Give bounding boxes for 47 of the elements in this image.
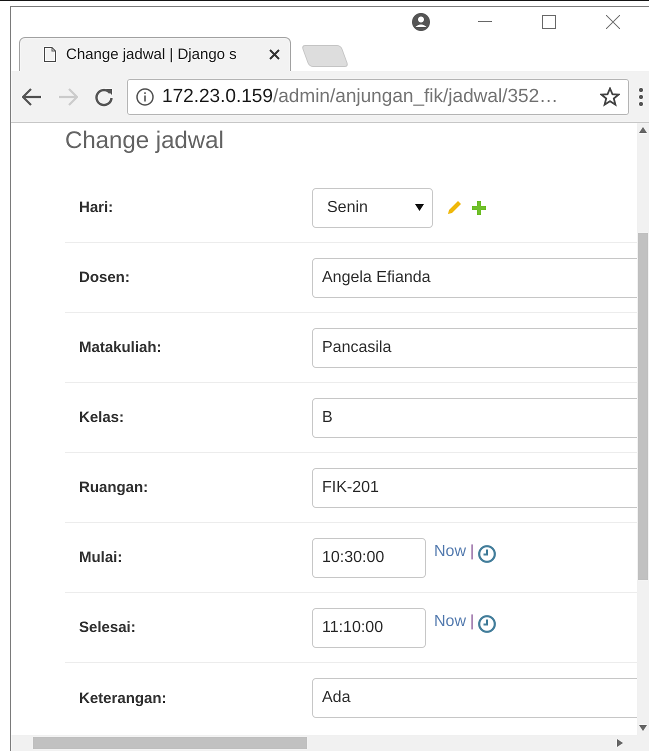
scrollbar-thumb[interactable] (33, 737, 307, 749)
page-icon (44, 47, 56, 62)
text-field[interactable]: Ada (312, 678, 637, 718)
scrollbar-thumb[interactable] (638, 233, 648, 580)
field-label: Selesai: (79, 619, 137, 636)
info-icon[interactable] (136, 88, 154, 106)
text-field[interactable]: FIK-201 (312, 468, 637, 508)
field-label: Matakuliah: (79, 339, 163, 356)
link-separator: | (470, 613, 474, 631)
field-label: Ruangan: (79, 479, 150, 496)
clock-icon[interactable] (478, 545, 496, 563)
close-tab-icon[interactable] (269, 49, 280, 60)
minimize-icon[interactable] (478, 21, 492, 23)
text-field[interactable]: Pancasila (312, 328, 637, 368)
now-link[interactable]: Now (434, 613, 466, 631)
scroll-up-icon[interactable] (639, 127, 647, 133)
menu-icon[interactable] (639, 88, 643, 106)
field-label: Kelas: (79, 409, 126, 426)
plus-icon[interactable] (472, 200, 486, 214)
field-label: Hari: (79, 199, 114, 216)
caret-icon (415, 204, 424, 211)
maximize-icon[interactable] (542, 15, 556, 29)
scroll-right-icon[interactable] (617, 739, 623, 747)
time-field[interactable]: 11:10:00 (312, 608, 426, 648)
clock-icon[interactable] (478, 615, 496, 633)
page-title: Change jadwal (65, 127, 225, 155)
vertical-scrollbar[interactable] (637, 123, 649, 735)
day-select[interactable]: Senin (312, 188, 433, 228)
time-field[interactable]: 10:30:00 (312, 538, 426, 578)
text-field[interactable]: Angela Efianda (312, 258, 637, 298)
address-bar[interactable]: 172.23.0.159/admin/anjungan_fik/jadwal/352… (127, 78, 629, 114)
url-text: 172.23.0.159/admin/anjungan_fik/jadwal/352… (162, 86, 560, 108)
close-icon[interactable] (606, 15, 620, 29)
back-icon[interactable] (22, 88, 42, 106)
tab-title: Change jadwal | Django s (66, 46, 238, 63)
field-label: Mulai: (79, 549, 124, 566)
profile-icon[interactable] (411, 12, 431, 32)
link-separator: | (470, 543, 474, 561)
horizontal-scrollbar[interactable] (11, 735, 649, 751)
star-icon[interactable] (600, 86, 620, 106)
browser-tab[interactable]: Change jadwal | Django s (19, 37, 291, 71)
scroll-down-icon[interactable] (639, 725, 647, 731)
now-link[interactable]: Now (434, 543, 466, 561)
reload-icon[interactable] (94, 86, 114, 106)
text-field[interactable]: B (312, 398, 637, 438)
field-label: Dosen: (79, 269, 131, 286)
field-label: Keterangan: (79, 690, 168, 706)
